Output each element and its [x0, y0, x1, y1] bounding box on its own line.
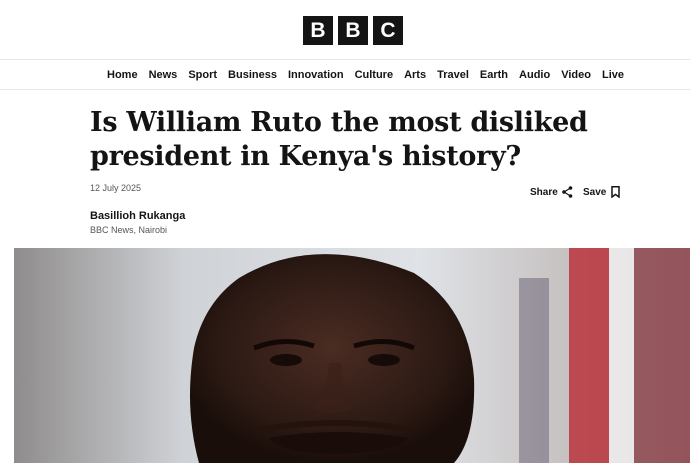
- article-headline: Is William Ruto the most disliked presid…: [90, 107, 588, 172]
- nav-item-news[interactable]: News: [149, 69, 178, 81]
- nav-item-innovation[interactable]: Innovation: [288, 69, 344, 81]
- nav-item-arts[interactable]: Arts: [404, 69, 426, 81]
- main-nav: Home News Sport Business Innovation Cult…: [0, 60, 690, 90]
- bbc-logo[interactable]: B B C: [303, 16, 403, 45]
- hero-photo: [14, 248, 690, 463]
- nav-item-travel[interactable]: Travel: [437, 69, 469, 81]
- share-label: Share: [530, 186, 558, 198]
- nav-item-home[interactable]: Home: [107, 69, 138, 81]
- article-date: 12 July 2025: [90, 183, 142, 193]
- hero-image: [14, 248, 690, 463]
- site-header: B B C: [0, 0, 690, 60]
- logo-letter-b1: B: [303, 16, 333, 45]
- nav-item-live[interactable]: Live: [602, 69, 624, 81]
- nav-item-audio[interactable]: Audio: [519, 69, 550, 81]
- bookmark-icon: [611, 186, 621, 198]
- author-org: BBC News, Nairobi: [90, 225, 168, 235]
- author-name: Basillioh Rukanga: [90, 210, 186, 222]
- nav-item-video[interactable]: Video: [561, 69, 591, 81]
- logo-letter-c: C: [373, 16, 403, 45]
- save-label: Save: [583, 186, 607, 198]
- logo-letter-b2: B: [338, 16, 368, 45]
- nav-item-culture[interactable]: Culture: [355, 69, 394, 81]
- save-button[interactable]: Save: [583, 186, 621, 198]
- share-button[interactable]: Share: [530, 186, 573, 198]
- nav-item-sport[interactable]: Sport: [188, 69, 217, 81]
- nav-item-business[interactable]: Business: [228, 69, 277, 81]
- share-icon: [561, 186, 573, 198]
- nav-item-earth[interactable]: Earth: [480, 69, 508, 81]
